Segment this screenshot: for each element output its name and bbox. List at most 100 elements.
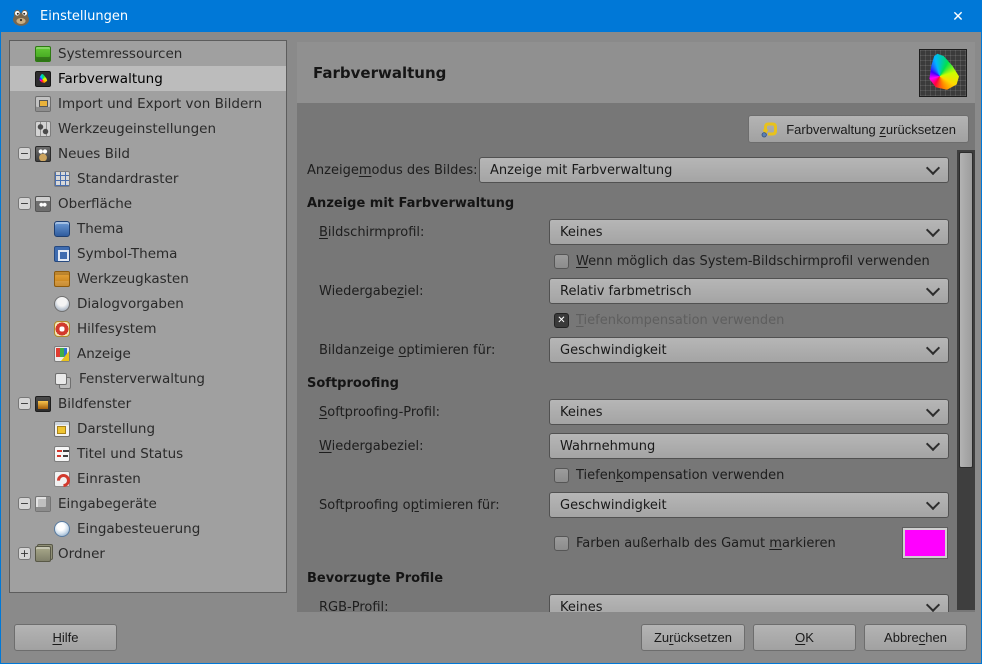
expander-minus-icon[interactable]: −: [18, 397, 31, 410]
form-row: Wiedergabeziel: Relativ farbmetrisch: [307, 278, 949, 304]
window-management-icon: [55, 373, 67, 385]
sidebar-item-ordner[interactable]: + Ordner: [10, 541, 286, 566]
checkbox-row-wenn-moglich-das-system-bildschirmprofil-verwenden[interactable]: Wenn möglich das System-Bildschirmprofil…: [554, 254, 949, 269]
cancel-button[interactable]: Abbre c hen: [864, 624, 967, 651]
checkbox-row-tiefenkompensation-verwenden[interactable]: ✕ Tiefenkompensation verwenden: [554, 313, 949, 328]
chevron-down-icon: [925, 160, 941, 176]
sidebar-item-label: Dialogvorgaben: [77, 295, 184, 312]
chevron-down-icon: [925, 495, 941, 511]
dropdown-value: Keines: [560, 404, 603, 420]
help-button[interactable]: Hilfe: [14, 624, 117, 651]
sidebar-item-label: Eingabegeräte: [58, 495, 157, 512]
sidebar-item-bildfenster[interactable]: − Bildfenster: [10, 391, 286, 416]
dropdown-rgb-profil[interactable]: Keines: [549, 594, 949, 612]
dropdown-value: Wahrnehmung: [560, 438, 656, 454]
checkbox-box[interactable]: [554, 535, 569, 551]
dialog-defaults-icon: [54, 295, 70, 312]
sidebar-item-standardraster[interactable]: Standardraster: [10, 166, 286, 191]
settings-tree[interactable]: Systemressourcen Farbverwaltung Import u…: [9, 40, 287, 593]
color-gamut-header-icon: [919, 48, 967, 97]
sidebar-item-oberflache[interactable]: − Oberfläche: [10, 191, 286, 216]
sidebar-item-label: Hilfesystem: [77, 320, 157, 337]
expander-plus-icon[interactable]: +: [18, 547, 31, 560]
settings-form: Anzeigemodus des Bildes: Anzeige mit Far…: [297, 150, 975, 612]
form-row: Softproofing optimieren für: Geschwindig…: [307, 492, 949, 518]
checkbox-label: Wenn möglich das System-Bildschirmprofil…: [576, 254, 930, 269]
reset-icon: [761, 120, 779, 138]
display-icon: [54, 345, 70, 362]
sidebar-item-titel-und-status[interactable]: Titel und Status: [10, 441, 286, 466]
dropdown-value: Keines: [560, 599, 603, 613]
sidebar-item-farbverwaltung[interactable]: Farbverwaltung: [10, 66, 286, 91]
reset-button-label: Farbverwaltung zurücksetzen: [786, 121, 956, 137]
sidebar-item-dialogvorgaben[interactable]: Dialogvorgaben: [10, 291, 286, 316]
sidebar-item-eingabegerate[interactable]: − Eingabegeräte: [10, 491, 286, 516]
sidebar-item-label: Anzeige: [77, 345, 131, 362]
icon-theme-icon: [54, 245, 70, 262]
titlebar[interactable]: Einstellungen ✕: [1, 1, 981, 32]
dropdown-wiedergabeziel[interactable]: Relativ farbmetrisch: [549, 278, 949, 304]
snapping-icon: [54, 470, 70, 487]
checkbox-box[interactable]: ✕: [554, 313, 569, 328]
sidebar-item-label: Neues Bild: [58, 145, 130, 162]
dropdown-softproofing-profil[interactable]: Keines: [549, 399, 949, 425]
color-gamut-icon: [35, 70, 51, 87]
sidebar-item-import-und-export-von-bildern[interactable]: Import und Export von Bildern: [10, 91, 286, 116]
title-status-icon: [54, 445, 70, 462]
sidebar-item-label: Bildfenster: [58, 395, 132, 412]
sidebar-item-einrasten[interactable]: Einrasten: [10, 466, 286, 491]
sidebar-item-anzeige[interactable]: Anzeige: [10, 341, 286, 366]
sidebar-item-systemressourcen[interactable]: Systemressourcen: [10, 41, 286, 66]
chevron-down-icon: [925, 597, 941, 612]
sidebar-item-symbol-thema[interactable]: Symbol-Thema: [10, 241, 286, 266]
chevron-down-icon: [925, 340, 941, 356]
form-label: Softproofing optimieren für:: [319, 497, 500, 513]
toolbox-icon: [54, 270, 70, 287]
sidebar-item-thema[interactable]: Thema: [10, 216, 286, 241]
form-label: Wiedergabeziel:: [319, 438, 424, 454]
sidebar-item-hilfesystem[interactable]: Hilfesystem: [10, 316, 286, 341]
checkbox-row-tiefenkompensation-verwenden[interactable]: Tiefenkompensation verwenden: [554, 468, 949, 483]
checkbox-box[interactable]: [554, 468, 569, 483]
scrollbar-thumb[interactable]: [959, 152, 973, 468]
sidebar-item-label: Symbol-Thema: [77, 245, 178, 262]
main-panel: Farbverwaltung Farbverwaltung zurücksetz…: [297, 42, 975, 612]
sidebar-item-werkzeugkasten[interactable]: Werkzeugkasten: [10, 266, 286, 291]
sidebar-item-neues-bild[interactable]: − Neues Bild: [10, 141, 286, 166]
form-row: RGB-Profil: Keines: [307, 594, 949, 612]
dropdown-wiedergabeziel[interactable]: Wahrnehmung: [549, 433, 949, 459]
input-devices-icon: [35, 495, 51, 512]
sidebar-item-fensterverwaltung[interactable]: Fensterverwaltung: [10, 366, 286, 391]
sidebar-item-darstellung[interactable]: Darstellung: [10, 416, 286, 441]
expander-minus-icon[interactable]: −: [18, 197, 31, 210]
image-window-icon: [35, 395, 51, 412]
sidebar-item-eingabesteuerung[interactable]: Eingabesteuerung: [10, 516, 286, 541]
ok-button[interactable]: OK: [753, 624, 856, 651]
expander-minus-icon[interactable]: −: [18, 497, 31, 510]
reset-color-management-button[interactable]: Farbverwaltung zurücksetzen: [748, 115, 969, 143]
sidebar-item-label: Darstellung: [77, 420, 156, 437]
dropdown-anzeigemodus-des-bildes[interactable]: Anzeige mit Farbverwaltung: [479, 157, 949, 183]
close-button[interactable]: ✕: [935, 1, 981, 32]
chevron-down-icon: [925, 436, 941, 452]
scrollbar[interactable]: [957, 150, 975, 610]
dropdown-softproofing-optimieren-fur[interactable]: Geschwindigkeit: [549, 492, 949, 518]
form-row: Bildschirmprofil: Keines: [307, 219, 949, 245]
sidebar-item-werkzeugeinstellungen[interactable]: Werkzeugeinstellungen: [10, 116, 286, 141]
dropdown-bildschirmprofil[interactable]: Keines: [549, 219, 949, 245]
checkbox-row-farben-ausserhalb-des-gamut-markieren[interactable]: Farben außerhalb des Gamut markieren: [554, 528, 949, 558]
sidebar-item-label: Systemressourcen: [58, 45, 183, 62]
footer-buttons: Zu r ücksetzen OK Abbre c hen: [640, 624, 967, 651]
memory-chip-icon: [35, 45, 51, 62]
checkbox-box[interactable]: [554, 254, 569, 269]
expander-minus-icon[interactable]: −: [18, 147, 31, 160]
sidebar-item-label: Werkzeugkasten: [77, 270, 189, 287]
page-title: Farbverwaltung: [313, 63, 447, 82]
gamut-color-swatch[interactable]: [903, 528, 947, 558]
help-system-icon: [54, 320, 70, 337]
import-export-icon: [35, 95, 51, 112]
folders-icon: [35, 545, 51, 562]
reset-values-button[interactable]: Zu r ücksetzen: [640, 624, 745, 651]
dropdown-bildanzeige-optimieren-fur[interactable]: Geschwindigkeit: [549, 337, 949, 363]
dropdown-value: Anzeige mit Farbverwaltung: [490, 162, 673, 178]
